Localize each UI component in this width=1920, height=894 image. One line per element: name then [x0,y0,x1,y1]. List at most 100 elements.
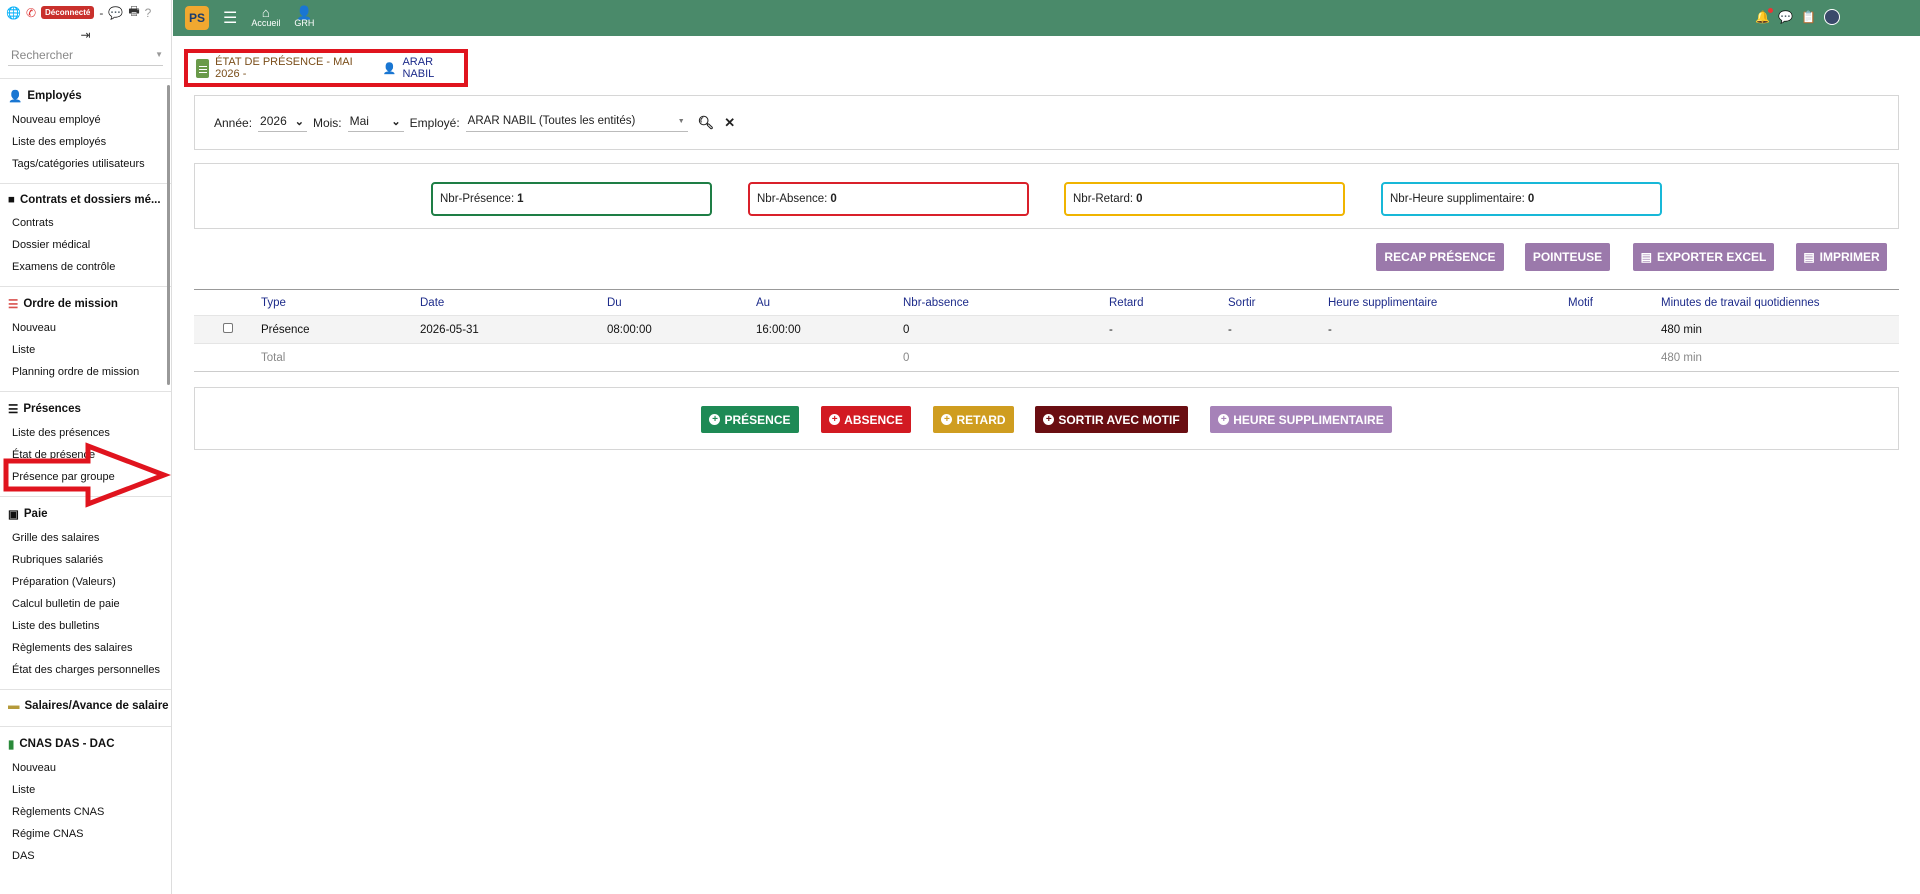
sidebar-item-nouveau-employe[interactable]: Nouveau employé [0,109,171,131]
sidebar-item-cnas-nouveau[interactable]: Nouveau [0,757,171,779]
bell-icon[interactable]: 🔔 [1755,8,1774,24]
table-total-row: Total 0 480 min [194,343,1899,372]
sidebar-item-liste-bulletins[interactable]: Liste des bulletins [0,615,171,637]
sidebar-search-input[interactable]: Rechercher ▼ [8,44,163,66]
sidebar-section-title[interactable]: ☰ Ordre de mission [0,295,171,317]
print-button[interactable]: ▤ IMPRIMER [1796,243,1887,271]
month-select[interactable]: Mai ⌄ [347,114,404,132]
list-icon: ☰ [8,299,19,311]
home-icon: ⌂ [261,5,270,20]
list-icon: ☰ [8,404,19,416]
table-header-row: Type Date Du Au Nbr-absence Retard Sorti… [194,289,1899,316]
document-icon [196,58,210,78]
sidebar-item-tags[interactable]: Tags/catégories utilisateurs [0,153,171,175]
caret-down-icon: ▼ [155,50,163,59]
sidebar-item-reglements-salaires[interactable]: Règlements des salaires [0,637,171,659]
sidebar-item-contrats[interactable]: Contrats [0,212,171,234]
table-cell: Présence [261,315,420,344]
sidebar-item-examens[interactable]: Examens de contrôle [0,256,171,278]
plus-icon: + [829,414,841,425]
sidebar-section-title[interactable]: ■ Contrats et dossiers mé... [0,192,171,212]
pointeuse-button[interactable]: POINTEUSE [1525,243,1610,271]
sidebar-item-calcul-bulletin[interactable]: Calcul bulletin de paie [0,593,171,615]
recap-presence-button[interactable]: RECAP PRÉSENCE [1376,243,1504,271]
table-cell: - [1109,315,1228,344]
table-cell: 0 [903,315,1109,344]
add-presence-button[interactable]: + PRÉSENCE [701,406,799,433]
nav-grh[interactable]: 👤 GRH [294,6,314,28]
column-header[interactable]: Sortir [1228,289,1328,316]
total-label: Total [261,343,420,372]
column-header[interactable]: Minutes de travail quotidiennes [1661,289,1899,316]
row-checkbox[interactable] [222,323,233,333]
print-icon[interactable]: 🖶 [128,2,139,23]
add-entry-panel: + PRÉSENCE + ABSENCE + RETARD + SORTIR AVEC … [194,387,1899,450]
employee-select[interactable]: ARAR NABIL (Toutes les entités) ▼ [465,114,688,132]
search-icon[interactable]: 🔍︎ [698,115,715,131]
sidebar-item-charges[interactable]: État des charges personnelles [0,659,171,681]
table-row[interactable]: Présence 2026-05-31 08:00:00 16:00:00 0 … [194,315,1899,344]
plus-icon: + [1043,414,1055,425]
add-heure-sup-button[interactable]: + HEURE SUPPLIMENTAIRE [1210,406,1392,433]
employee-label: Employé: [409,115,460,130]
sidebar-item-regime-cnas[interactable]: Régime CNAS [0,823,171,845]
clipboard-icon[interactable]: 📋 [1801,10,1816,24]
sidebar-item-reglements-cnas[interactable]: Règlements CNAS [0,801,171,823]
column-header[interactable]: Nbr-absence [903,289,1109,316]
whatsapp-icon[interactable]: ✆ [26,6,36,20]
add-absence-button[interactable]: + ABSENCE [821,406,911,433]
user-icon: 👤 [382,62,397,75]
sidebar-item-rubriques[interactable]: Rubriques salariés [0,549,171,571]
sidebar-scrollbar[interactable] [167,85,170,385]
column-header[interactable]: Heure supplimentaire [1328,289,1568,316]
chat-icon[interactable]: 💬 [1778,10,1793,24]
sidebar-item-mission-nouveau[interactable]: Nouveau [0,317,171,339]
plus-icon: + [1218,414,1230,425]
sidebar-item-grille-salaires[interactable]: Grille des salaires [0,527,171,549]
avatar[interactable] [1824,9,1840,25]
presence-table: Type Date Du Au Nbr-absence Retard Sorti… [194,289,1899,372]
help-icon[interactable]: ? [145,6,152,20]
sidebar-item-dossier-medical[interactable]: Dossier médical [0,234,171,256]
add-sortir-button[interactable]: + SORTIR AVEC MOTIF [1035,406,1188,433]
chat-icon[interactable]: 💬 [108,6,123,20]
sidebar-section-title[interactable]: ▬ Salaires/Avance de salaire [0,698,171,718]
column-header[interactable]: Du [607,289,756,316]
column-header[interactable]: Date [420,289,607,316]
column-header[interactable]: Au [756,289,903,316]
menu-icon[interactable]: ☰ [223,8,237,28]
stats-panel: Nbr-Présence: 1 Nbr-Absence: 0 Nbr-Retard:… [194,163,1899,229]
nav-accueil[interactable]: ⌂ Accueil [251,5,280,28]
sidebar-item-mission-liste[interactable]: Liste [0,339,171,361]
sidebar-item-planning-mission[interactable]: Planning ordre de mission [0,361,171,383]
topbar-right-icons: 🔔 💬 📋 [1755,8,1840,25]
add-retard-button[interactable]: + RETARD [933,406,1014,433]
annotation-arrow-shape [3,442,172,508]
export-excel-button[interactable]: ▤ EXPORTER EXCEL [1633,243,1774,271]
year-label: Année: [214,115,253,130]
month-label: Mois: [312,115,342,130]
sidebar-item-liste-employes[interactable]: Liste des employés [0,131,171,153]
column-header[interactable]: Retard [1109,289,1228,316]
app-logo[interactable]: PS [185,6,209,30]
globe-icon[interactable]: 🌐 [6,6,21,20]
sidebar-section-paie: ▣ Paie Grille des salaires Rubriques sala… [0,496,171,681]
dash-icon: - [99,5,104,20]
sidebar-item-cnas-liste[interactable]: Liste [0,779,171,801]
plus-icon: + [709,414,721,425]
page-title-user[interactable]: ARAR NABIL [402,56,464,80]
sidebar-item-preparation[interactable]: Préparation (Valeurs) [0,571,171,593]
disconnected-badge: Déconnecté [41,6,95,19]
close-icon[interactable]: ✕ [724,115,735,131]
logout-icon[interactable]: ⇥ [80,28,90,42]
sidebar-item-das[interactable]: DAS [0,845,171,867]
sidebar-section-title[interactable]: ☰ Présences [0,400,171,422]
wallet-icon: ▬ [8,700,20,712]
sidebar-section-title[interactable]: ▮ CNAS DAS - DAC [0,735,171,757]
year-select[interactable]: 2026 ⌄ [258,114,307,132]
user-icon: 👤 [8,91,23,103]
column-header[interactable]: Type [261,289,420,316]
sidebar-section-title[interactable]: 👤 Employés [0,87,171,109]
table-cell: 2026-05-31 [420,315,607,344]
column-header[interactable]: Motif [1568,289,1661,316]
